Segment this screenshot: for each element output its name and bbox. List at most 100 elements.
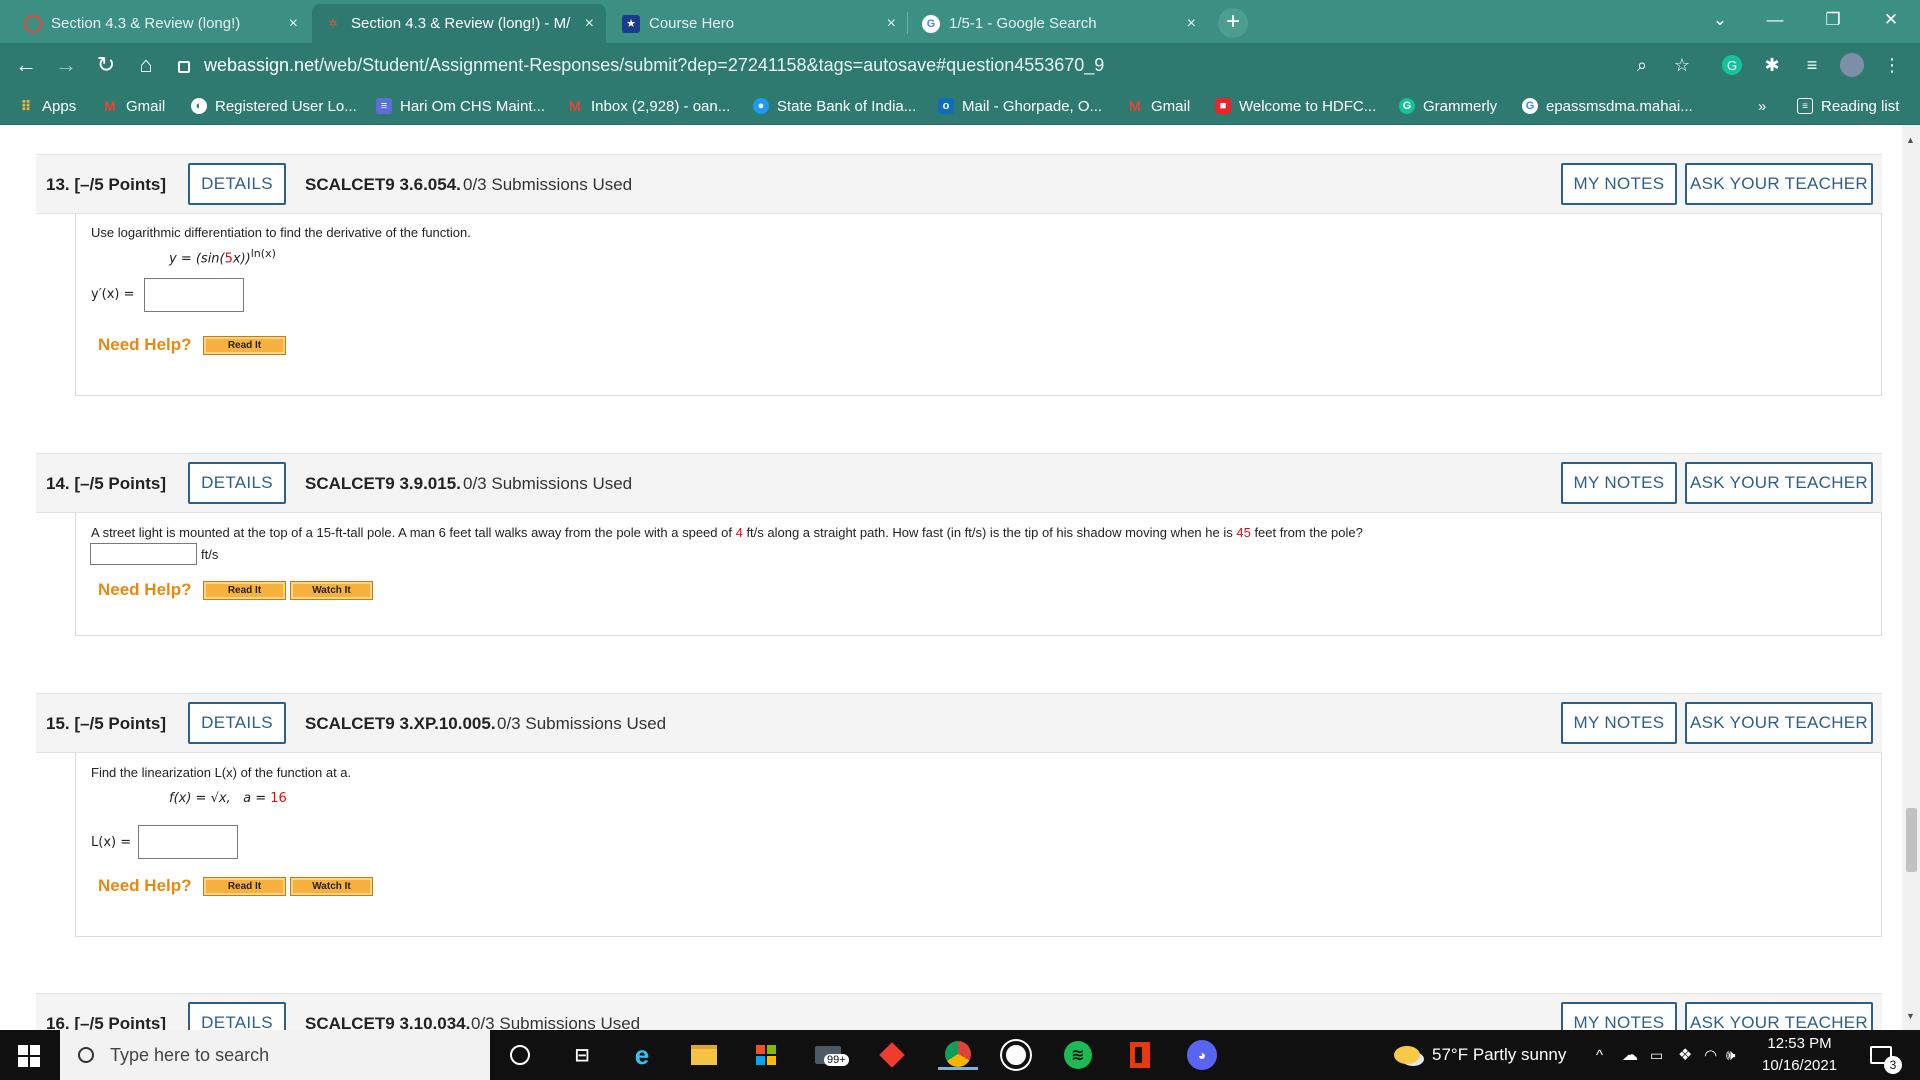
zoom-icon[interactable]: ⌕	[1628, 51, 1656, 79]
ask-your-teacher-button[interactable]: ASK YOUR TEACHER	[1685, 462, 1873, 504]
wifi-icon[interactable]: ◠	[1704, 1030, 1717, 1080]
read-it-button[interactable]: Read It	[203, 336, 286, 355]
back-arrow-icon[interactable]: ←	[10, 49, 42, 81]
bookmark-epass[interactable]: Gepassmsdma.mahai...	[1522, 96, 1693, 116]
tab-search-dropdown-icon[interactable]: ⌄	[1695, 0, 1745, 40]
tab-google-search[interactable]: G 1/5-1 - Google Search ×	[910, 4, 1208, 43]
tab-close-icon[interactable]: ×	[585, 15, 594, 33]
bookmark-inbox[interactable]: M Inbox (2,928) - oan...	[567, 96, 730, 116]
question-15-header: 15. [–/5 Points] DETAILS SCALCET9 3.XP.1…	[36, 693, 1882, 753]
bookmark-star-icon[interactable]: ☆	[1668, 51, 1696, 79]
tab-close-icon[interactable]: ×	[887, 15, 896, 33]
mail-badge: 99+	[824, 1054, 849, 1066]
notification-center-icon[interactable]: 3	[1870, 1030, 1902, 1080]
microsoft-store-icon[interactable]	[750, 1040, 782, 1070]
tab-course-hero[interactable]: ★ Course Hero ×	[610, 4, 908, 43]
question-number: 15. [–/5 Points]	[46, 714, 166, 733]
reload-icon[interactable]: ↻	[90, 49, 122, 81]
ask-your-teacher-button[interactable]: ASK YOUR TEACHER	[1685, 163, 1873, 205]
watch-it-button[interactable]: Watch It	[290, 877, 373, 896]
bookmark-gmail-2[interactable]: M Gmail	[1127, 96, 1190, 116]
discord-icon[interactable]: ◕	[1186, 1040, 1218, 1070]
reading-list-button[interactable]: ≡ Reading list	[1797, 96, 1899, 116]
chrome-taskbar-icon[interactable]	[938, 1040, 978, 1070]
details-button[interactable]: DETAILS	[188, 702, 286, 744]
spotify-icon[interactable]: ≋	[1062, 1040, 1094, 1070]
details-button[interactable]: DETAILS	[188, 163, 286, 205]
task-view-icon[interactable]: ⊟	[566, 1040, 598, 1070]
tab-section-4-3-review[interactable]: Section 4.3 & Review (long!) ×	[12, 4, 310, 43]
windows-start-icon[interactable]	[18, 1045, 40, 1067]
tab-title: Section 4.3 & Review (long!)	[51, 15, 241, 32]
bookmark-outlook-mail[interactable]: o Mail - Ghorpade, O...	[938, 96, 1102, 116]
home-icon[interactable]: ⌂	[130, 49, 162, 81]
media-control-icon[interactable]: ≡	[1798, 51, 1826, 79]
tab-title: Section 4.3 & Review (long!) - M/	[351, 15, 571, 32]
file-explorer-icon[interactable]	[688, 1040, 720, 1070]
question-code: SCALCET9 3.9.015.	[305, 474, 461, 493]
my-notes-button[interactable]: MY NOTES	[1561, 462, 1677, 504]
watch-it-button[interactable]: Watch It	[290, 581, 373, 600]
chrome-menu-icon[interactable]: ⋮	[1878, 51, 1906, 79]
office-icon[interactable]	[1124, 1040, 1156, 1070]
linearization-answer-input[interactable]	[138, 825, 238, 859]
page-scrollbar[interactable]: ▲ ▼	[1902, 125, 1920, 1030]
new-tab-button[interactable]: +	[1218, 8, 1248, 38]
weather-widget[interactable]: 57°F Partly sunny	[1394, 1030, 1566, 1080]
forward-arrow-icon[interactable]: →	[50, 49, 82, 81]
github-desktop-icon[interactable]	[1000, 1040, 1032, 1070]
my-notes-button[interactable]: MY NOTES	[1561, 163, 1677, 205]
shadow-speed-answer-input[interactable]	[90, 543, 197, 565]
address-bar[interactable]: webassign.net/web/Student/Assignment-Res…	[178, 48, 1688, 82]
close-window-button[interactable]: ✕	[1866, 0, 1916, 40]
grammarly-extension-icon[interactable]: G	[1718, 51, 1746, 79]
ask-your-teacher-button[interactable]: ASK YOUR TEACHER	[1685, 702, 1873, 744]
maximize-button[interactable]: ❐	[1808, 0, 1858, 40]
question-15-body: Find the linearization L(x) of the funct…	[75, 753, 1882, 937]
bookmarks-overflow-chevron-icon[interactable]: »	[1758, 96, 1766, 116]
dropbox-icon[interactable]: ❖	[1678, 1030, 1692, 1080]
bookmark-hari-om[interactable]: ≡ Hari Om CHS Maint...	[376, 96, 545, 116]
weather-text: 57°F Partly sunny	[1432, 1045, 1567, 1064]
battery-icon[interactable]: ▭	[1650, 1030, 1663, 1080]
scrollbar-thumb[interactable]	[1906, 808, 1917, 872]
answer-label: L(x) =	[91, 835, 132, 850]
details-button[interactable]: DETAILS	[188, 1002, 286, 1030]
derivative-answer-input[interactable]	[144, 278, 244, 312]
edge-browser-icon[interactable]: e	[626, 1040, 658, 1070]
ask-your-teacher-button[interactable]: ASK YOUR TEACHER	[1685, 1002, 1873, 1030]
tab-close-icon[interactable]: ×	[289, 15, 298, 33]
read-it-button[interactable]: Read It	[203, 877, 286, 896]
my-notes-button[interactable]: MY NOTES	[1561, 1002, 1677, 1030]
question-13-header: 13. [–/5 Points] DETAILS SCALCET9 3.6.05…	[36, 154, 1882, 214]
question-prompt: A street light is mounted at the top of …	[91, 525, 1363, 540]
browser-toolbar: ← → ↻ ⌂ webassign.net/web/Student/Assign…	[0, 43, 1920, 87]
extensions-puzzle-icon[interactable]: ✱	[1758, 51, 1786, 79]
details-button[interactable]: DETAILS	[188, 462, 286, 504]
anydesk-icon[interactable]	[876, 1040, 908, 1070]
volume-icon[interactable]: 🕪	[1726, 1030, 1735, 1080]
tab-close-icon[interactable]: ×	[1187, 15, 1196, 33]
read-it-button[interactable]: Read It	[203, 581, 286, 600]
bookmark-gmail[interactable]: M Gmail	[102, 96, 165, 116]
bookmark-grammerly[interactable]: G Grammerly	[1399, 96, 1497, 116]
clock[interactable]: 12:53 PM 10/16/2021	[1762, 1030, 1837, 1080]
profile-avatar-icon[interactable]	[1838, 51, 1866, 79]
unit-label: ft/s	[201, 547, 219, 562]
tab-section-4-3-review-active[interactable]: ✲ Section 4.3 & Review (long!) - M/ ×	[312, 4, 606, 43]
scroll-down-arrow-icon[interactable]: ▼	[1906, 1011, 1915, 1021]
bookmark-apps[interactable]: ⠿ Apps	[18, 96, 77, 116]
taskbar-search-box[interactable]: Type here to search	[60, 1030, 490, 1080]
bookmark-registered-user[interactable]: ◐ Registered User Lo...	[191, 96, 357, 116]
mail-icon[interactable]: 99+	[812, 1040, 849, 1070]
my-notes-button[interactable]: MY NOTES	[1561, 702, 1677, 744]
minimize-button[interactable]: —	[1750, 0, 1800, 40]
list-icon: ≡	[376, 98, 392, 114]
cortana-icon[interactable]	[504, 1040, 536, 1070]
system-tray-chevron-icon[interactable]: ^	[1596, 1030, 1603, 1080]
scroll-up-arrow-icon[interactable]: ▲	[1906, 135, 1915, 145]
bookmark-hdfc[interactable]: ■ Welcome to HDFC...	[1215, 96, 1376, 116]
apps-grid-icon: ⠿	[20, 97, 32, 114]
bookmark-sbi[interactable]: ● State Bank of India...	[753, 96, 916, 116]
onedrive-cloud-icon[interactable]: ☁	[1622, 1030, 1638, 1080]
